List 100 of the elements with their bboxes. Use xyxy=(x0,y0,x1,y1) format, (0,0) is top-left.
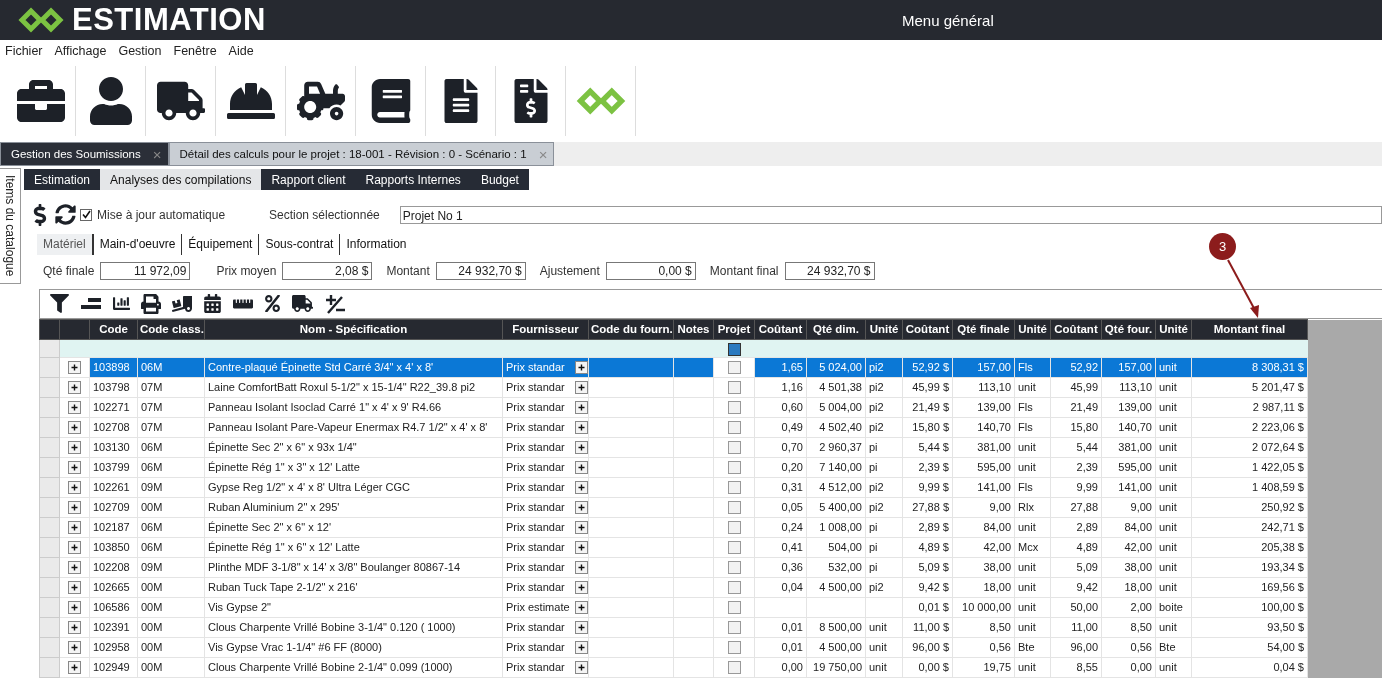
project-checkbox[interactable] xyxy=(727,601,741,615)
expand-button[interactable] xyxy=(575,441,588,454)
expand-button[interactable] xyxy=(68,621,81,635)
summary-field[interactable]: 0,00 $ xyxy=(605,262,696,281)
project-checkbox[interactable] xyxy=(727,521,741,535)
project-checkbox[interactable] xyxy=(727,461,741,475)
expand-button[interactable] xyxy=(575,641,588,654)
column-header[interactable]: Coûtant xyxy=(902,319,953,340)
view-tab[interactable]: Budget xyxy=(470,169,529,190)
expand-button[interactable] xyxy=(68,521,81,535)
category-tab[interactable]: Équipement xyxy=(181,233,259,256)
view-tab[interactable]: Analyses des compilations xyxy=(100,169,262,190)
expand-button[interactable] xyxy=(575,361,588,374)
refresh-icon[interactable] xyxy=(55,204,76,226)
view-tab[interactable]: Estimation xyxy=(24,169,101,190)
expand-button[interactable] xyxy=(68,581,81,595)
project-checkbox[interactable] xyxy=(727,641,741,655)
expand-button[interactable] xyxy=(68,541,81,555)
expand-button[interactable] xyxy=(575,621,588,634)
expand-button[interactable] xyxy=(68,501,81,515)
lines-icon[interactable] xyxy=(80,297,102,311)
project-checkbox[interactable] xyxy=(727,501,741,515)
column-header[interactable]: Coûtant xyxy=(1050,319,1102,340)
view-tab[interactable]: Rapport client xyxy=(261,169,356,190)
section-field[interactable]: Projet No 1 xyxy=(399,205,1382,224)
percent-icon[interactable] xyxy=(264,295,281,313)
auto-update-checkbox[interactable] xyxy=(80,208,92,221)
briefcase-icon[interactable] xyxy=(16,77,65,125)
view-tab[interactable]: Rapports Internes xyxy=(355,169,471,190)
column-header[interactable]: Notes xyxy=(673,319,714,340)
menu-item[interactable]: Affichage xyxy=(54,44,107,58)
project-checkbox[interactable] xyxy=(727,421,741,435)
expand-button[interactable] xyxy=(575,461,588,474)
project-checkbox[interactable] xyxy=(727,661,741,675)
expand-button[interactable] xyxy=(575,541,588,554)
document-tab[interactable]: Gestion des Soumissions × xyxy=(0,142,169,166)
calendar-icon[interactable] xyxy=(203,294,222,314)
column-header[interactable]: Unité xyxy=(1014,319,1051,340)
expand-button[interactable] xyxy=(575,521,588,534)
expand-button[interactable] xyxy=(575,401,588,414)
project-checkbox[interactable] xyxy=(727,541,741,555)
category-tab[interactable]: Main-d'oeuvre xyxy=(92,233,182,256)
project-checkbox[interactable] xyxy=(727,481,741,495)
column-header[interactable]: Code xyxy=(89,319,138,340)
bar-chart-icon[interactable] xyxy=(113,295,130,313)
project-checkbox[interactable] xyxy=(727,381,741,395)
filter-checkbox[interactable] xyxy=(727,342,741,356)
expand-button[interactable] xyxy=(68,401,81,415)
expand-button[interactable] xyxy=(68,661,81,675)
project-checkbox[interactable] xyxy=(727,401,741,415)
column-header[interactable]: Coûtant xyxy=(754,319,807,340)
category-tab[interactable]: Information xyxy=(339,233,413,256)
expand-button[interactable] xyxy=(68,441,81,455)
column-header[interactable]: Projet xyxy=(713,319,755,340)
column-header[interactable]: Fournisseur xyxy=(502,319,589,340)
expand-button[interactable] xyxy=(68,481,81,495)
category-tab[interactable]: Matériel xyxy=(37,233,93,256)
project-checkbox[interactable] xyxy=(727,581,741,595)
column-header[interactable]: Nom - Spécification xyxy=(204,319,503,340)
expand-button[interactable] xyxy=(575,381,588,394)
plus-minus-icon[interactable] xyxy=(324,293,346,315)
filter-icon[interactable] xyxy=(50,294,69,314)
summary-field[interactable]: 2,08 $ xyxy=(282,262,373,281)
menu-item[interactable]: Gestion xyxy=(118,44,162,58)
menu-item[interactable]: Aide xyxy=(228,44,254,58)
column-header[interactable]: Unité xyxy=(865,319,903,340)
menu-item[interactable]: Fichier xyxy=(5,44,43,58)
side-tab[interactable]: Items du catalogue xyxy=(0,168,21,284)
column-header[interactable]: Qté finale xyxy=(952,319,1015,340)
expand-button[interactable] xyxy=(68,461,81,475)
expand-button[interactable] xyxy=(68,381,81,395)
expand-button[interactable] xyxy=(68,361,81,375)
expand-button[interactable] xyxy=(575,421,588,434)
category-tab[interactable]: Sous-contrat xyxy=(258,233,340,256)
menu-item[interactable]: Fenêtre xyxy=(173,44,217,58)
expand-button[interactable] xyxy=(575,661,588,674)
expand-button[interactable] xyxy=(68,601,81,615)
close-icon[interactable]: × xyxy=(152,145,162,163)
project-checkbox[interactable] xyxy=(727,441,741,455)
column-header[interactable]: Montant final xyxy=(1191,319,1308,340)
column-header[interactable]: Unité xyxy=(1155,319,1192,340)
truck-icon[interactable] xyxy=(292,293,313,315)
column-header[interactable]: Code du fourn. xyxy=(588,319,674,340)
expand-button[interactable] xyxy=(68,561,81,575)
summary-field[interactable]: 24 932,70 $ xyxy=(435,262,526,281)
expand-button[interactable] xyxy=(575,601,588,614)
project-checkbox[interactable] xyxy=(727,561,741,575)
column-header[interactable]: Qté dim. xyxy=(806,319,866,340)
expand-button[interactable] xyxy=(68,641,81,655)
truck-plus-icon[interactable] xyxy=(172,294,192,314)
column-header[interactable]: Code class. xyxy=(137,319,205,340)
expand-button[interactable] xyxy=(68,421,81,435)
expand-button[interactable] xyxy=(575,561,588,574)
summary-field[interactable]: 11 972,09 xyxy=(100,262,191,281)
expand-button[interactable] xyxy=(575,481,588,494)
project-checkbox[interactable] xyxy=(727,621,741,635)
summary-field[interactable]: 24 932,70 $ xyxy=(784,262,875,281)
print-icon[interactable] xyxy=(141,294,161,314)
column-header[interactable]: Qté four. xyxy=(1101,319,1156,340)
document-tab[interactable]: Détail des calculs pour le projet : 18-001 - Révision : 0 - Scénario : 1 × xyxy=(168,142,555,166)
